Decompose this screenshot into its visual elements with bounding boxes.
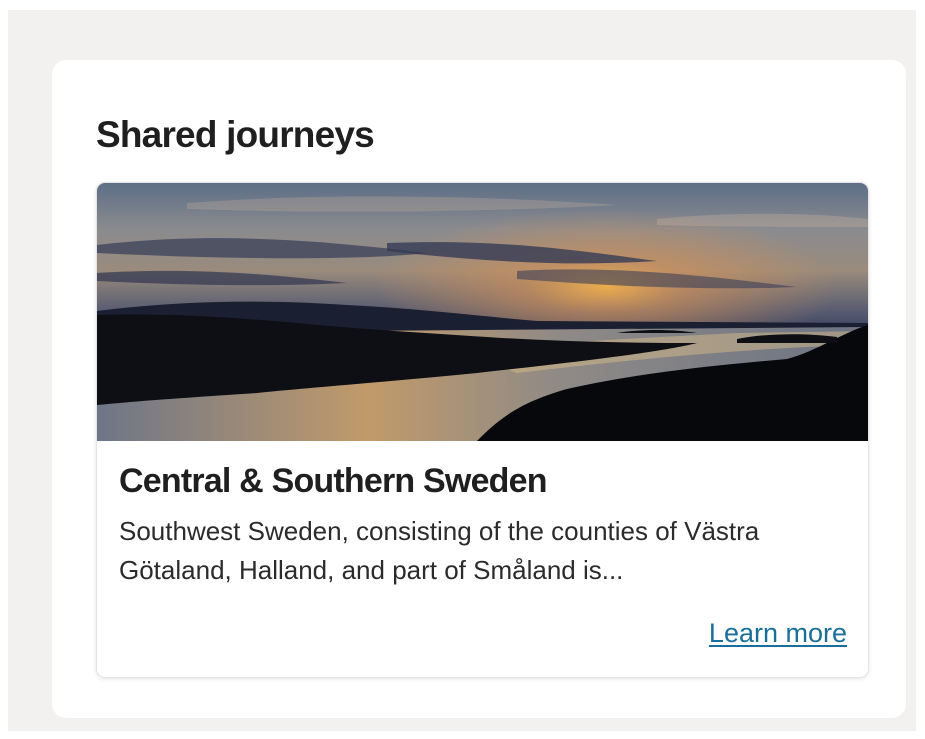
learn-more-link[interactable]: Learn more xyxy=(709,615,847,651)
section-title: Shared journeys xyxy=(96,114,375,155)
journey-card[interactable]: Central & Southern Sweden Southwest Swed… xyxy=(96,182,869,678)
journey-card-title: Central & Southern Sweden xyxy=(119,462,548,500)
journey-card-image xyxy=(97,183,868,441)
shared-journeys-panel: Shared journeys Central & Southern Swede… xyxy=(52,60,906,718)
journey-card-description: Southwest Sweden, consisting of the coun… xyxy=(119,516,760,585)
page-background: Shared journeys Central & Southern Swede… xyxy=(8,10,916,731)
